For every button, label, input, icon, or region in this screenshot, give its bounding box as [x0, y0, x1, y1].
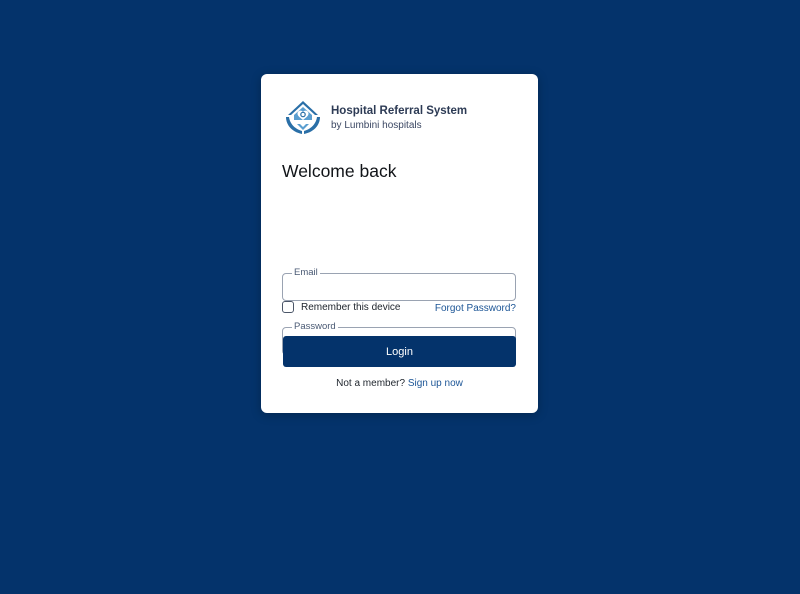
page-title: Welcome back: [282, 161, 397, 181]
login-card: Hospital Referral System by Lumbini hosp…: [261, 74, 538, 413]
house-hands-heart-icon: [286, 101, 320, 134]
signup-row: Not a member? Sign up now: [261, 378, 538, 389]
brand-text: Hospital Referral System by Lumbini hosp…: [331, 104, 467, 133]
login-page: Hospital Referral System by Lumbini hosp…: [0, 0, 800, 594]
signup-link[interactable]: Sign up now: [408, 378, 463, 389]
signup-prompt: Not a member?: [336, 378, 406, 389]
remember-device[interactable]: Remember this device: [282, 301, 400, 313]
email-label: Email: [294, 267, 318, 278]
login-button[interactable]: Login: [283, 336, 516, 367]
brand-header: Hospital Referral System by Lumbini hosp…: [283, 98, 467, 138]
brand-subtitle: by Lumbini hospitals: [331, 119, 422, 131]
password-label: Password: [294, 321, 336, 332]
brand-title: Hospital Referral System: [331, 104, 468, 117]
forgot-password-link[interactable]: Forgot Password?: [435, 303, 516, 314]
remember-checkbox[interactable]: [282, 301, 294, 313]
email-field[interactable]: Email: [282, 267, 516, 305]
remember-label: Remember this device: [301, 301, 401, 313]
